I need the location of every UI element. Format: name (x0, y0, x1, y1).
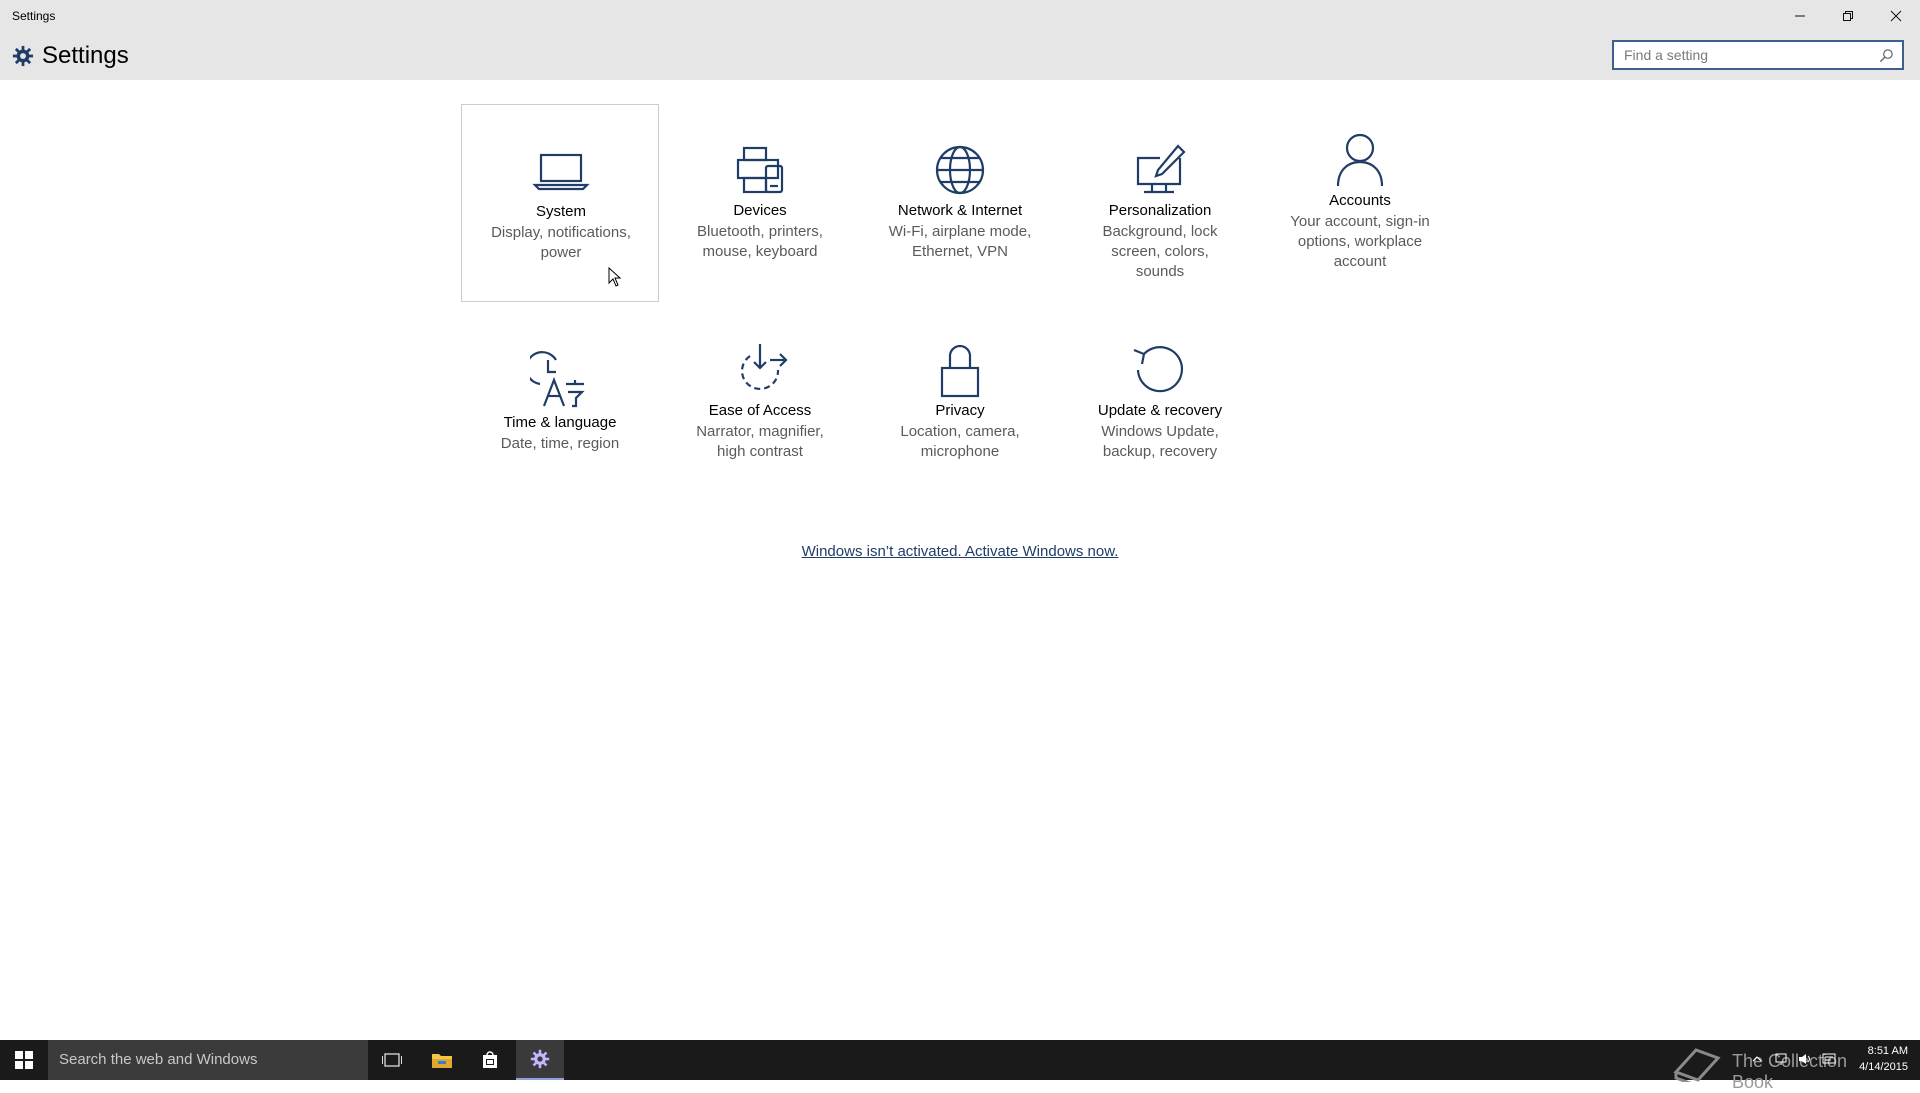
tile-accounts[interactable]: Accounts Your account, sign-in options, … (1261, 104, 1459, 302)
search-input[interactable] (1622, 46, 1876, 64)
network-icon[interactable] (1774, 1052, 1788, 1066)
globe-icon (935, 145, 985, 195)
tile-network-internet[interactable]: Network & Internet Wi-Fi, airplane mode,… (861, 104, 1059, 302)
search-icon[interactable] (1879, 48, 1894, 63)
file-explorer-button[interactable] (418, 1040, 466, 1080)
tile-description: Bluetooth, printers, mouse, keyboard (697, 223, 823, 260)
lock-icon (940, 344, 980, 398)
taskbar-search[interactable]: Search the web and Windows (48, 1040, 368, 1080)
minimize-icon (1795, 15, 1805, 17)
action-center-icon[interactable] (1822, 1052, 1836, 1066)
tile-description: Location, camera, microphone (900, 423, 1020, 460)
laptop-icon (532, 153, 590, 191)
mouse-cursor-icon (608, 267, 622, 287)
taskbar: Search the web and Windows The Collectio… (0, 1040, 1920, 1092)
tile-description: Display, notifications, power (491, 224, 631, 261)
minimize-button[interactable] (1776, 0, 1824, 32)
tile-description: Date, time, region (500, 435, 620, 452)
clock-date: 4/14/2015 (1859, 1061, 1908, 1073)
tile-time-language[interactable]: Time & language Date, time, region (461, 304, 659, 502)
window-titlebar: Settings (0, 0, 1920, 32)
store-button[interactable] (466, 1040, 514, 1080)
store-icon (483, 1051, 497, 1068)
tile-title: Time & language (503, 414, 617, 431)
tile-title: Update & recovery (1097, 402, 1223, 419)
task-view-button[interactable] (368, 1040, 416, 1080)
tile-description: Background, lock screen, colors, sounds (1102, 223, 1218, 280)
tile-title: Privacy (935, 402, 985, 419)
start-button[interactable] (0, 1040, 48, 1080)
gear-icon (12, 45, 34, 67)
chevron-up-icon[interactable] (1750, 1052, 1764, 1066)
app-header: Settings (0, 32, 1920, 80)
tile-description: Wi-Fi, airplane mode, Ethernet, VPN (888, 223, 1032, 260)
tile-title: Ease of Access (708, 402, 812, 419)
window-title: Settings (12, 9, 56, 23)
search-box[interactable] (1612, 40, 1904, 70)
tile-system[interactable]: System Display, notifications, power (461, 104, 659, 302)
gear-icon (530, 1049, 550, 1069)
tile-ease-of-access[interactable]: Ease of Access Narrator, magnifier, high… (661, 304, 859, 502)
tile-description: Your account, sign-in options, workplace… (1290, 213, 1430, 270)
close-button[interactable] (1872, 0, 1920, 32)
refresh-icon (1133, 346, 1184, 393)
tile-personalization[interactable]: Personalization Background, lock screen,… (1061, 104, 1259, 302)
tile-title: Personalization (1108, 202, 1212, 219)
personalization-icon (1136, 144, 1186, 194)
ease-of-access-icon (740, 344, 788, 390)
windows-logo-icon (15, 1051, 33, 1069)
task-view-icon (382, 1053, 402, 1067)
time-language-icon (530, 351, 585, 408)
tile-title: Network & Internet (897, 202, 1023, 219)
taskbar-clock[interactable]: 8:51 AM 4/14/2015 (1859, 1043, 1908, 1075)
devices-icon (736, 146, 784, 194)
person-icon (1336, 133, 1384, 187)
tile-title: Devices (733, 202, 787, 219)
tile-title: Accounts (1329, 192, 1391, 209)
page-title: Settings (42, 42, 129, 69)
restore-button[interactable] (1824, 0, 1872, 32)
close-icon (1890, 10, 1902, 22)
system-tray (1750, 1052, 1836, 1066)
volume-icon[interactable] (1798, 1052, 1812, 1066)
settings-taskbar-button[interactable] (516, 1040, 564, 1080)
tile-title: System (535, 203, 586, 220)
activation-notice: Windows isn’t activated. Activate Window… (0, 543, 1920, 560)
restore-icon (1843, 11, 1853, 21)
tile-description: Narrator, magnifier, high contrast (696, 423, 824, 460)
tile-devices[interactable]: Devices Bluetooth, printers, mouse, keyb… (661, 104, 859, 302)
clock-time: 8:51 AM (1867, 1045, 1908, 1057)
folder-icon (432, 1054, 452, 1068)
tile-description: Windows Update, backup, recovery (1101, 423, 1219, 460)
book-icon (1673, 1048, 1721, 1082)
activate-windows-link[interactable]: Windows isn’t activated. Activate Window… (802, 543, 1119, 560)
tile-update-recovery[interactable]: Update & recovery Windows Update, backup… (1061, 304, 1259, 502)
tile-privacy[interactable]: Privacy Location, camera, microphone (861, 304, 1059, 502)
